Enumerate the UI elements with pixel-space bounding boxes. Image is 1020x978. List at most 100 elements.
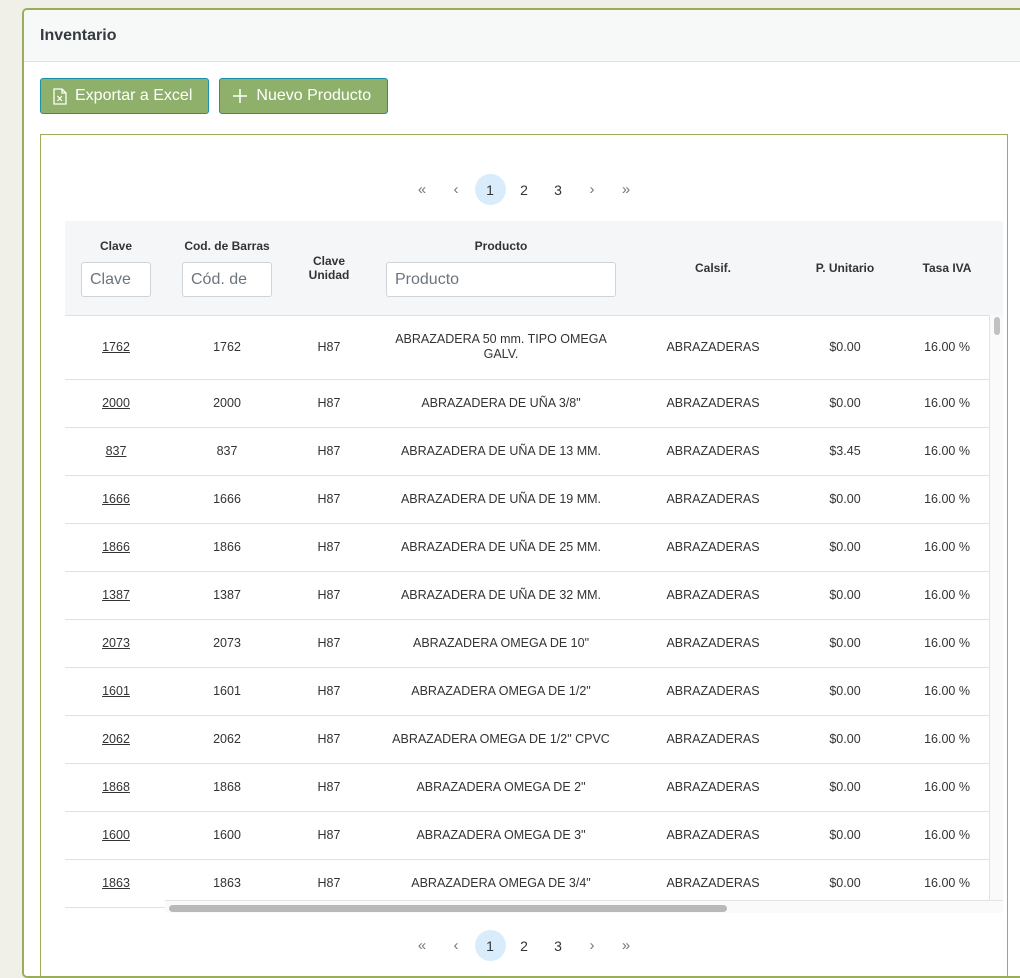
cell-clave: 1762 (65, 315, 167, 379)
prev-page-button[interactable]: ‹ (441, 174, 472, 205)
vertical-scroll-thumb[interactable] (994, 317, 1000, 335)
cell-barras: 1600 (213, 828, 241, 842)
cell-producto: ABRAZADERA OMEGA DE 2" (416, 779, 586, 794)
cell-barras: 2000 (213, 396, 241, 410)
cell-unidad: H87 (317, 732, 341, 746)
product-key-link[interactable]: 1762 (102, 340, 130, 354)
product-key-link[interactable]: 1863 (102, 876, 130, 890)
table-row: 2073 2073 H87 ABRAZADERA OMEGA DE 10" ABRAZA… (65, 619, 989, 668)
cell-producto: ABRAZADERA DE UÑA DE 13 MM. (400, 443, 602, 458)
column-header-precio: P. Unitario (815, 261, 875, 275)
cell-barras: 1868 (213, 780, 241, 794)
column-producto: Producto (371, 221, 631, 315)
cell-clasif: ABRAZADERAS (666, 732, 760, 746)
next-page-button[interactable]: › (577, 174, 608, 205)
horizontal-scroll-thumb[interactable] (169, 905, 727, 912)
page-3-button[interactable]: 3 (543, 174, 574, 205)
cell-producto: ABRAZADERA OMEGA DE 1/2" (411, 683, 591, 698)
cell-producto: ABRAZADERA OMEGA DE 10" (412, 635, 590, 650)
product-key-link[interactable]: 2062 (102, 732, 130, 746)
product-key-link[interactable]: 837 (106, 444, 127, 458)
column-unidad: Clave Unidad (287, 221, 371, 315)
cell-clave: 1387 (65, 571, 167, 619)
cell-clasif: ABRAZADERAS (666, 636, 760, 650)
column-header-iva: Tasa IVA (922, 261, 972, 275)
cell-clasif: ABRAZADERAS (666, 396, 760, 410)
producto-filter-input[interactable] (386, 262, 616, 297)
page-1-button[interactable]: 1 (474, 930, 506, 961)
excel-file-icon (53, 87, 67, 105)
cell-precio: $0.00 (829, 828, 861, 842)
table-row: 1601 1601 H87 ABRAZADERA OMEGA DE 1/2" ABRAZ… (65, 667, 989, 716)
cell-clasif: ABRAZADERAS (666, 340, 760, 354)
cell-unidad: H87 (317, 780, 341, 794)
cell-clave: 1868 (65, 763, 167, 811)
cell-clasif: ABRAZADERAS (666, 828, 760, 842)
cell-clasif: ABRAZADERAS (666, 444, 760, 458)
horizontal-scrollbar[interactable] (165, 900, 1003, 913)
table-row: 2000 2000 H87 ABRAZADERA DE UÑA 3/8" ABRAZAD… (65, 379, 989, 428)
card-header: Inventario (24, 10, 1020, 62)
cell-precio: $0.00 (829, 732, 861, 746)
product-key-link[interactable]: 1600 (102, 828, 130, 842)
cell-unidad: H87 (317, 396, 341, 410)
first-page-button[interactable]: « (407, 174, 438, 205)
last-page-button[interactable]: » (611, 930, 642, 961)
next-page-button[interactable]: › (577, 930, 608, 961)
product-key-link[interactable]: 1387 (102, 588, 130, 602)
table-row: 1762 1762 H87 ABRAZADERA 50 mm. TIPO OMEGA … (65, 315, 989, 380)
column-header-producto: Producto (474, 239, 528, 253)
cell-unidad: H87 (317, 828, 341, 842)
inventory-panel: « ‹ 1 2 3 › » Clave Cod. de Barras Clave… (40, 134, 1008, 976)
cell-unidad: H87 (317, 340, 341, 354)
product-key-link[interactable]: 1601 (102, 684, 130, 698)
cell-iva: 16.00 % (924, 492, 970, 506)
page-1-button[interactable]: 1 (474, 174, 506, 205)
inventory-card: Inventario Exportar a Excel Nuevo Produc… (22, 8, 1020, 978)
product-key-link[interactable]: 2000 (102, 396, 130, 410)
cell-clasif: ABRAZADERAS (666, 492, 760, 506)
first-page-button[interactable]: « (407, 930, 438, 961)
cell-precio: $3.45 (829, 444, 861, 458)
product-key-link[interactable]: 1866 (102, 540, 130, 554)
inventory-table: Clave Cod. de Barras Clave Unidad Produc… (65, 221, 1003, 913)
cell-precio: $0.00 (829, 588, 861, 602)
clave-filter-input[interactable] (81, 262, 151, 297)
cell-unidad: H87 (317, 588, 341, 602)
prev-page-button[interactable]: ‹ (441, 930, 472, 961)
page-2-button[interactable]: 2 (509, 930, 540, 961)
page-title: Inventario (40, 26, 117, 44)
cell-precio: $0.00 (829, 684, 861, 698)
table-row: 1866 1866 H87 ABRAZADERA DE UÑA DE 25 MM. AB… (65, 523, 989, 572)
page-2-button[interactable]: 2 (509, 174, 540, 205)
table-row: 1600 1600 H87 ABRAZADERA OMEGA DE 3" ABRAZAD… (65, 811, 989, 860)
cell-clave: 1601 (65, 667, 167, 715)
column-header-clasif: Calsif. (694, 261, 731, 275)
table-row: 2062 2062 H87 ABRAZADERA OMEGA DE 1/2" CPVC… (65, 715, 989, 764)
column-header-unidad: Clave Unidad (308, 254, 350, 282)
cell-precio: $0.00 (829, 396, 861, 410)
product-key-link[interactable]: 1868 (102, 780, 130, 794)
export-excel-button[interactable]: Exportar a Excel (40, 78, 210, 114)
barras-filter-input[interactable] (182, 262, 272, 297)
cell-clave: 1600 (65, 811, 167, 859)
cell-precio: $0.00 (829, 340, 861, 354)
product-key-link[interactable]: 1666 (102, 492, 130, 506)
export-excel-label: Exportar a Excel (75, 87, 193, 104)
cell-producto: ABRAZADERA DE UÑA DE 32 MM. (400, 587, 602, 602)
cell-unidad: H87 (317, 636, 341, 650)
vertical-scrollbar[interactable] (989, 315, 1003, 900)
last-page-button[interactable]: » (611, 174, 642, 205)
table-header: Clave Cod. de Barras Clave Unidad Produc… (65, 221, 1003, 316)
cell-barras: 1387 (213, 588, 241, 602)
cell-producto: ABRAZADERA DE UÑA 3/8" (421, 395, 581, 410)
cell-producto: ABRAZADERA OMEGA DE 3" (416, 827, 586, 842)
product-key-link[interactable]: 2073 (102, 636, 130, 650)
new-product-button[interactable]: Nuevo Producto (219, 78, 389, 114)
cell-unidad: H87 (317, 540, 341, 554)
cell-clasif: ABRAZADERAS (666, 588, 760, 602)
page-3-button[interactable]: 3 (543, 930, 574, 961)
cell-barras: 837 (216, 444, 238, 458)
cell-barras: 2073 (213, 636, 241, 650)
column-barras: Cod. de Barras (167, 221, 287, 315)
